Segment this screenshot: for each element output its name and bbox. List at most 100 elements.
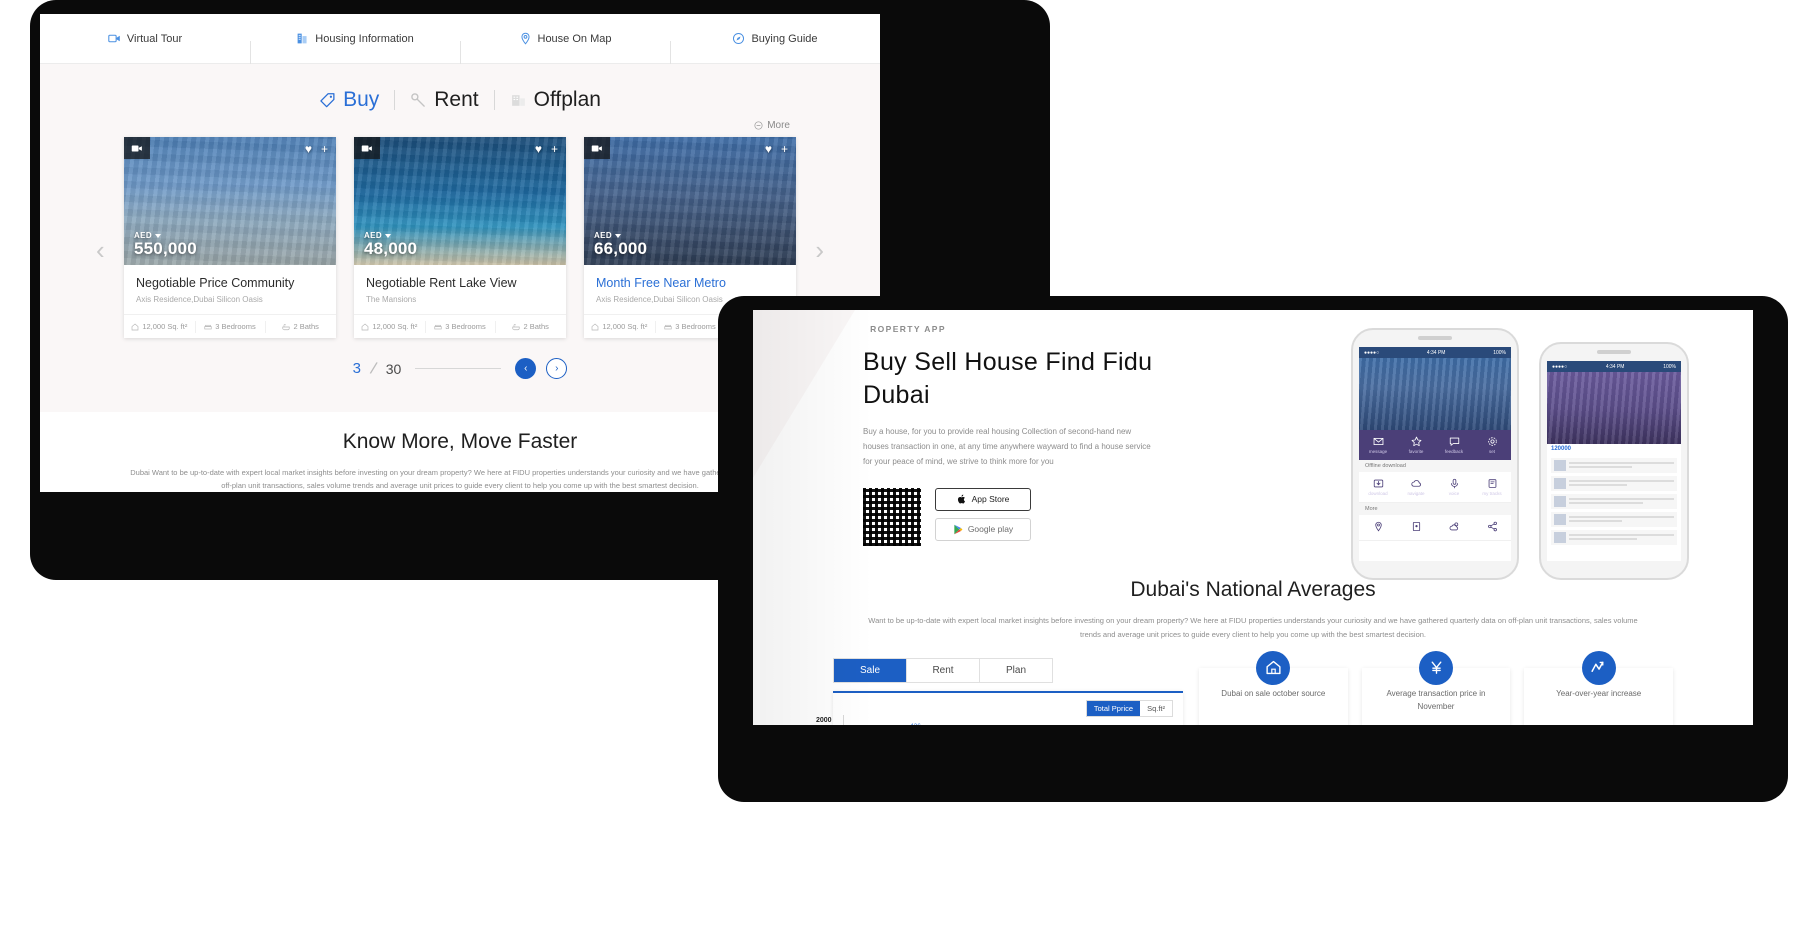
property-title[interactable]: Month Free Near Metro <box>584 265 796 290</box>
favorite-heart-icon[interactable]: ♥ <box>305 143 312 155</box>
segment-plan[interactable]: Plan <box>980 659 1052 682</box>
property-title[interactable]: Negotiable Price Community <box>124 265 336 290</box>
list-item-thumbnail <box>1554 460 1566 471</box>
phone-status-bar: ●●●●○ 4:34 PM 100% <box>1547 361 1681 372</box>
list-item-lines <box>1569 515 1674 524</box>
meta-bedrooms-label: 3 Bedrooms <box>445 322 486 331</box>
property-photo[interactable]: ♥ + AED 66,000 <box>584 137 796 265</box>
google-play-button[interactable]: Google play <box>935 517 1031 541</box>
meta-baths: 2 Baths <box>265 315 336 338</box>
property-title[interactable]: Negotiable Rent Lake View <box>354 265 566 290</box>
stat-card-label: Average transaction price in November <box>1386 688 1486 711</box>
property-photo[interactable]: ♥ + AED 48,000 <box>354 137 566 265</box>
topnav-item-housing-information[interactable]: Housing Information <box>250 32 460 65</box>
list-item[interactable] <box>1551 512 1677 527</box>
add-plus-icon[interactable]: + <box>781 143 788 155</box>
meta-bedrooms: 3 Bedrooms <box>654 315 726 338</box>
phone-item-weather[interactable] <box>1435 515 1473 540</box>
building-icon <box>297 33 307 44</box>
favorite-heart-icon[interactable]: ♥ <box>765 143 772 155</box>
phone-speaker <box>1541 344 1687 360</box>
list-item[interactable] <box>1551 530 1677 545</box>
stat-card-yoy-increase[interactable]: Year-over-year increase <box>1524 650 1674 725</box>
add-plus-icon[interactable]: + <box>321 143 328 155</box>
add-plus-icon[interactable]: + <box>551 143 558 155</box>
phone-item-my-tracks[interactable]: my tracks <box>1473 472 1511 502</box>
phone-item-download[interactable]: download <box>1359 472 1397 502</box>
video-camera-icon <box>361 145 372 151</box>
toggle-sqft[interactable]: Sq.ft² <box>1140 701 1172 716</box>
phone-tab-message[interactable]: message <box>1359 430 1397 460</box>
stat-card-row: Dubai on sale october source Average tra… <box>1199 650 1674 725</box>
phone-tab-label: feedback <box>1444 449 1464 454</box>
more-row: More <box>40 112 880 131</box>
phone-item-ticket[interactable] <box>1397 515 1435 540</box>
topnav-item-house-on-map[interactable]: House On Map <box>460 32 670 65</box>
segment-rent[interactable]: Rent <box>907 658 980 682</box>
topnav-label: Housing Information <box>315 32 414 45</box>
meta-area: 12,000 Sq. ft² <box>584 315 655 338</box>
yen-icon <box>1431 661 1441 675</box>
app-store-button[interactable]: App Store <box>935 487 1031 511</box>
property-photo[interactable]: ♥ + AED 550,000 <box>124 137 336 265</box>
carousel-prev-arrow[interactable]: ‹ <box>96 237 105 263</box>
phone-item-voice[interactable]: voice <box>1435 472 1473 502</box>
y-axis-tick-label: 2000 <box>816 716 832 724</box>
list-item[interactable] <box>1551 458 1677 473</box>
pager-separator: / <box>368 358 379 378</box>
phone-tab-favorite[interactable]: favorite <box>1397 430 1435 460</box>
chevron-down-icon <box>385 233 392 238</box>
cloud-icon <box>1410 480 1421 487</box>
stat-card-avg-price[interactable]: Average transaction price in November <box>1361 650 1511 725</box>
pager-next-button[interactable]: › <box>546 358 568 379</box>
topnav-item-buying-guide[interactable]: Buying Guide <box>670 32 880 65</box>
list-item-thumbnail <box>1554 478 1566 489</box>
phone-item-share[interactable] <box>1473 515 1511 540</box>
phone-tab-label: message <box>1368 449 1388 454</box>
map-pin-icon <box>520 32 530 45</box>
tab-buy[interactable]: Buy <box>304 88 394 112</box>
text-line <box>1569 461 1674 464</box>
segmented-control: Sale Rent Plan <box>833 657 1053 683</box>
phone-tab-set[interactable]: set <box>1473 430 1511 460</box>
location-icon <box>1374 521 1382 532</box>
phone-mockups: ●●●●○ 4:34 PM 100% message favorite feed… <box>1343 320 1723 580</box>
trend-line-icon <box>1591 661 1604 673</box>
tab-rent[interactable]: Rent <box>395 88 493 112</box>
price-chart-card: Total Pprice Sq.ft² 2000 393 <box>816 690 1183 725</box>
phone-item-label: voice <box>1448 491 1460 496</box>
app-download-row: App Store Google play <box>863 487 1153 546</box>
carousel-next-arrow[interactable]: › <box>815 237 824 263</box>
meta-baths-label: 2 Baths <box>523 322 549 331</box>
more-link[interactable]: More <box>754 120 790 131</box>
property-card[interactable]: ♥ + AED 550,000 Negotiable Price Communi… <box>124 137 336 338</box>
topnav-label: House On Map <box>537 32 612 45</box>
text-line <box>1569 537 1638 540</box>
list-item[interactable] <box>1551 494 1677 509</box>
text-line <box>1569 519 1622 522</box>
phone-tab-feedback[interactable]: feedback <box>1435 430 1473 460</box>
status-battery: 100% <box>1663 363 1676 370</box>
topnav-item-virtual-tour[interactable]: Virtual Tour <box>40 32 250 45</box>
more-circle-icon <box>754 121 763 130</box>
meta-area: 12,000 Sq. ft² <box>124 315 195 338</box>
segment-sale[interactable]: Sale <box>834 658 907 682</box>
toggle-total-price[interactable]: Total Pprice <box>1086 700 1141 716</box>
qr-code <box>863 487 921 546</box>
pager-track[interactable] <box>415 368 502 369</box>
pager-prev-button[interactable]: ‹ <box>515 358 537 379</box>
meta-baths: 2 Baths <box>495 315 566 338</box>
phone-item-location[interactable] <box>1359 515 1397 540</box>
property-card[interactable]: ♥ + AED 48,000 Negotiable Rent Lake View <box>354 137 566 338</box>
stat-card-on-sale[interactable]: Dubai on sale october source <box>1199 650 1348 725</box>
tab-offplan[interactable]: Offplan <box>495 88 616 112</box>
favorite-heart-icon[interactable]: ♥ <box>535 143 542 155</box>
meta-area-label: 12,000 Sq. ft² <box>602 322 648 331</box>
phone-item-navigate[interactable]: navigate <box>1397 472 1435 502</box>
tab-label: Offplan <box>533 88 601 111</box>
meta-bedrooms-label: 3 Bedrooms <box>215 322 256 331</box>
stat-icon-badge <box>1581 650 1616 685</box>
phone-offline-grid: download navigate voice my tracks <box>1359 472 1511 503</box>
list-item[interactable] <box>1551 476 1677 491</box>
phone-item-label: my tracks <box>1482 491 1502 496</box>
